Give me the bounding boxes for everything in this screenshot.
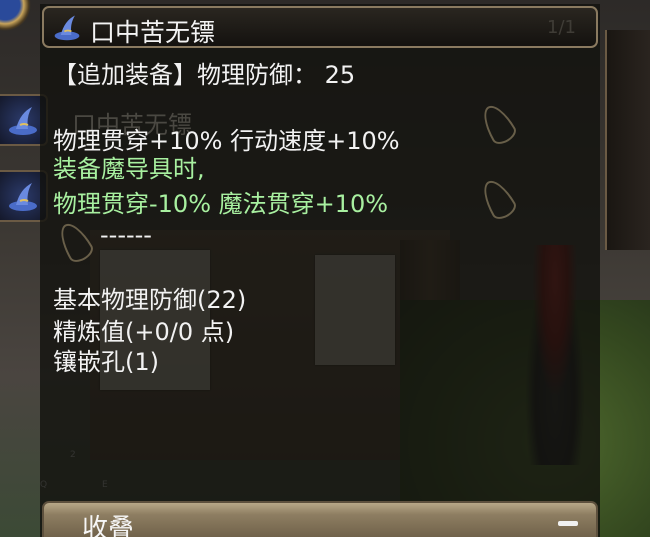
game-scene: 2 Q E C 口中苦无镖 口中苦无镖 1/1 【追加装备】物理防御： 25 物… xyxy=(0,0,650,537)
stat-line: 【追加装备】物理防御： 25 xyxy=(53,61,356,89)
minus-icon[interactable] xyxy=(558,521,578,526)
collapse-label: 收叠 xyxy=(82,514,135,537)
stat-line: 基本物理防御(22) xyxy=(53,286,247,314)
stat-line: 精炼值(+0/0 点) xyxy=(53,318,235,346)
stat-line: 物理贯穿+10% 行动速度+10% xyxy=(53,127,400,155)
item-name: 口中苦无镖 xyxy=(90,18,216,47)
wizard-hat-icon xyxy=(54,15,80,41)
leaf-ornament xyxy=(476,175,520,223)
item-tooltip: 口中苦无镖 口中苦无镖 1/1 【追加装备】物理防御： 25 物理贯穿+10% … xyxy=(40,4,600,537)
stat-line: 装备魔导具时, xyxy=(53,155,205,183)
leaf-ornament xyxy=(53,218,97,266)
stat-line: 镶嵌孔(1) xyxy=(53,348,159,376)
stat-line: 物理贯穿-10% 魔法贯穿+10% xyxy=(53,190,389,218)
right-frame xyxy=(605,30,650,250)
wizard-hat-icon xyxy=(9,107,37,135)
leaf-ornament xyxy=(476,100,520,148)
page-indicator: 1/1 xyxy=(547,17,576,38)
divider-line: ------ xyxy=(100,221,152,249)
hud-ring xyxy=(0,0,40,40)
collapse-bar[interactable]: 收叠 xyxy=(42,501,598,537)
tooltip-title-bar: 口中苦无镖 1/1 xyxy=(42,6,598,48)
wizard-hat-icon xyxy=(9,183,37,211)
